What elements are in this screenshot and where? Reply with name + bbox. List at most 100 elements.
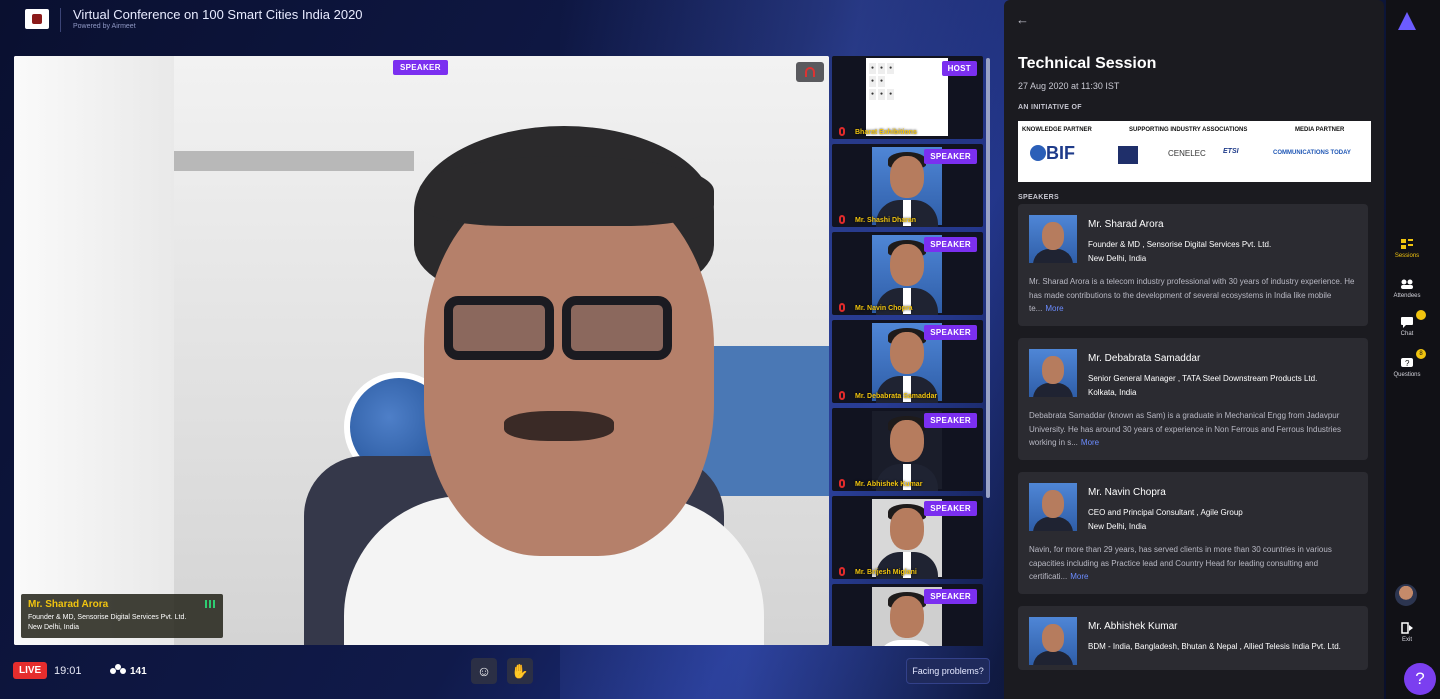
user-avatar[interactable] — [1395, 584, 1417, 606]
speaker-card[interactable]: Mr. Navin Chopra CEO and Principal Consu… — [1018, 472, 1368, 594]
sessions-icon — [1401, 239, 1413, 249]
wifi-icon — [805, 67, 815, 77]
rail-questions-label: Questions — [1393, 372, 1421, 378]
speaker-card[interactable]: Mr. Sharad Arora Founder & MD , Sensoris… — [1018, 204, 1368, 326]
speaker-badge: SPEAKER — [924, 237, 977, 252]
back-arrow-icon[interactable]: ← — [1016, 12, 1029, 27]
attendee-dot — [120, 668, 126, 674]
facing-problems-button[interactable]: Facing problems? — [906, 658, 990, 684]
speaker-name-card: Mr. Sharad Arora Founder & MD, Sensorise… — [21, 594, 223, 638]
tile-face — [890, 244, 924, 286]
event-logo — [25, 9, 49, 29]
speaker-tiles: ● ● ● ● ● ● ● ● HOST Bharat Exhibitions SPEAKER… — [832, 56, 992, 646]
mic-off-icon — [839, 127, 845, 136]
knowledge-partner-label: KNOWLEDGE PARTNER — [1022, 127, 1092, 133]
speaker-card-role: Senior General Manager , TATA Steel Down… — [1088, 372, 1363, 400]
network-button[interactable] — [796, 62, 824, 82]
mic-off-icon — [839, 215, 845, 224]
more-link[interactable]: More — [1045, 304, 1063, 313]
speaker-avatar — [1029, 483, 1077, 531]
partners-banner: KNOWLEDGE PARTNER SUPPORTING INDUSTRY AS… — [1018, 121, 1371, 182]
header-divider — [60, 8, 61, 32]
location-text: New Delhi, India — [1088, 522, 1147, 531]
speaker-location: New Delhi, India — [28, 624, 79, 631]
speaker-card-role: BDM - India, Bangladesh, Bhutan & Nepal … — [1088, 642, 1341, 651]
raise-hand-button[interactable]: ✋ — [507, 658, 533, 684]
audio-level-icon — [205, 600, 215, 608]
rail-exit-label: Exit — [1401, 637, 1412, 643]
tile-name: Bharat Exhibitions — [855, 129, 917, 136]
speaker-card[interactable]: Mr. Abhishek Kumar BDM - India, Banglade… — [1018, 606, 1368, 670]
speaker-avatar — [1029, 617, 1077, 665]
help-button[interactable]: ? — [1404, 663, 1436, 695]
location-text: Kolkata, India — [1088, 388, 1137, 397]
exit-icon — [1401, 622, 1413, 634]
rail-chat-label: Chat — [1400, 331, 1414, 337]
tiles-scrollbar[interactable] — [986, 58, 990, 498]
tile-speaker[interactable]: SPEAKER Mr. Brijesh Miglani — [832, 496, 983, 579]
avatar-shoulders — [1033, 517, 1073, 531]
rail-sessions-label: Sessions — [1394, 253, 1420, 259]
tile-face — [890, 508, 924, 550]
tile-face — [890, 420, 924, 462]
speaker-avatar — [1029, 349, 1077, 397]
rail-attendees-label: Attendees — [1393, 293, 1421, 299]
cenelec-logo: CENELEC — [1168, 149, 1206, 158]
location-text: New Delhi, India — [1088, 254, 1147, 263]
video-head — [424, 176, 714, 556]
video-window — [14, 56, 174, 645]
avatar-shoulders — [1033, 383, 1073, 397]
video-mustache — [504, 411, 614, 441]
bif-logo-icon — [1030, 145, 1046, 161]
tile-name: Mr. Navin Chopra — [855, 305, 913, 312]
mic-off-icon — [839, 391, 845, 400]
smiley-icon: ☺ — [476, 663, 492, 679]
rail-attendees[interactable]: Attendees — [1386, 278, 1428, 299]
speaker-badge: SPEAKER — [924, 413, 977, 428]
main-video[interactable] — [14, 56, 829, 645]
more-link[interactable]: More — [1081, 438, 1099, 447]
speaker-card-name: Mr. Abhishek Kumar — [1088, 621, 1178, 632]
rail-questions[interactable]: ? Questions — [1386, 357, 1428, 378]
tile-speaker[interactable]: SPEAKER — [832, 584, 983, 646]
questions-icon: ? — [1401, 358, 1413, 368]
video-hairline — [419, 156, 714, 226]
top-bar: Virtual Conference on 100 Smart Cities I… — [0, 0, 1000, 48]
bif-logo: BIF — [1046, 143, 1075, 163]
tile-host[interactable]: ● ● ● ● ● ● ● ● HOST Bharat Exhibitions — [832, 56, 983, 139]
emoji-reaction-button[interactable]: ☺ — [471, 658, 497, 684]
mic-off-icon — [839, 567, 845, 576]
media-partner-label: MEDIA PARTNER — [1295, 127, 1345, 133]
more-link[interactable]: More — [1070, 572, 1088, 581]
speaker-badge: SPEAKER — [924, 589, 977, 604]
rail-sessions[interactable]: Sessions — [1386, 238, 1428, 259]
rail-exit[interactable]: Exit — [1386, 622, 1428, 643]
tile-speaker[interactable]: SPEAKER Mr. Shashi Dharan — [832, 144, 983, 227]
tile-name: Mr. Brijesh Miglani — [855, 569, 917, 576]
tile-speaker[interactable]: SPEAKER Mr. Navin Chopra — [832, 232, 983, 315]
attendee-count: 141 — [130, 666, 147, 677]
supporting-label: SUPPORTING INDUSTRY ASSOCIATIONS — [1129, 127, 1248, 133]
tile-speaker[interactable]: SPEAKER Mr. Debabrata Samaddar — [832, 320, 983, 403]
speaker-card[interactable]: Mr. Debabrata Samaddar Senior General Ma… — [1018, 338, 1368, 460]
cen-logo — [1118, 146, 1138, 164]
communications-today-logo: COMMUNICATIONS TODAY — [1273, 150, 1351, 156]
tile-speaker[interactable]: SPEAKER Mr. Abhishek Kumar — [832, 408, 983, 491]
avatar-face — [1042, 356, 1064, 384]
host-badge: HOST — [941, 61, 977, 76]
bio-text: Mr. Sharad Arora is a telecom industry p… — [1029, 277, 1355, 313]
tile-face — [890, 156, 924, 198]
session-date: 27 Aug 2020 at 11:30 IST — [1018, 81, 1120, 91]
bio-text: Debabrata Samaddar (known as Sam) is a g… — [1029, 411, 1342, 447]
right-rail: Sessions Attendees Chat ? Questions 8 Ex… — [1386, 0, 1440, 699]
speaker-card-role: Founder & MD , Sensorise Digital Service… — [1088, 238, 1363, 266]
attendees-icon — [1401, 279, 1413, 289]
main-speaker-badge: SPEAKER — [393, 60, 448, 75]
speaker-badge: SPEAKER — [924, 501, 977, 516]
powered-by: Powered by Airmeet — [73, 23, 136, 30]
avatar-shoulders — [1033, 651, 1073, 665]
speaker-avatar — [1029, 215, 1077, 263]
avatar-shoulders — [1033, 249, 1073, 263]
tile-name: Mr. Debabrata Samaddar — [855, 393, 938, 400]
tile-name: Mr. Shashi Dharan — [855, 217, 917, 224]
